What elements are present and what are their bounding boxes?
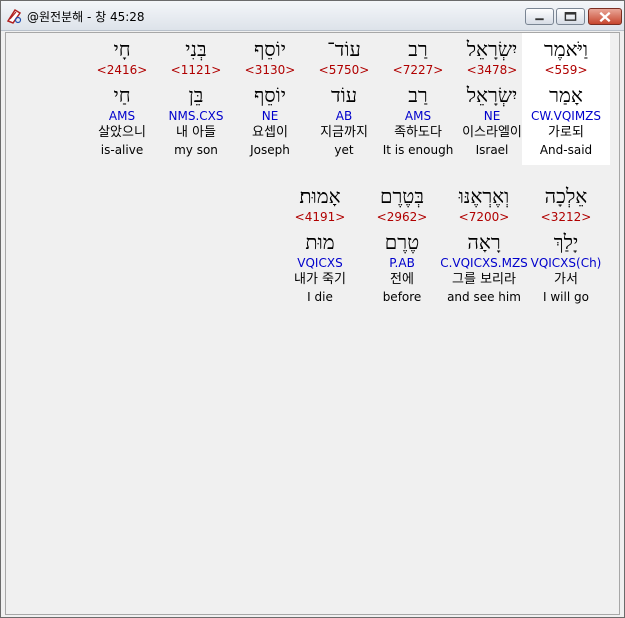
lemma: טֶרֶם (384, 230, 420, 254)
hebrew-word: חָי (113, 37, 131, 61)
title-bar[interactable]: @원전분해 - 창 45:28 (1, 1, 624, 31)
lemma: רָאָה (467, 230, 501, 254)
morphology-code: VQICXS(Ch) (530, 256, 602, 270)
interlinear-panel[interactable]: וַיֹּאמֶר <559> אָמַר CW.VQIMZS 가로되 And-said י… (5, 32, 620, 615)
maximize-icon (564, 12, 577, 21)
morphology-code: VQICXS (297, 256, 343, 270)
close-button[interactable] (588, 8, 622, 25)
morphology-code: C.VQICXS.MZS (440, 256, 528, 270)
english-gloss: I die (307, 290, 333, 304)
strong-number: <2416> (96, 63, 148, 77)
minimize-icon (535, 18, 544, 21)
hebrew-word: אָמוּת׃ (299, 184, 341, 208)
close-icon (599, 11, 611, 23)
english-gloss: is-alive (100, 143, 144, 157)
korean-gloss: 가서 (554, 272, 578, 287)
morphology-code: P.AB (389, 256, 415, 270)
morphology-code: AMS (108, 109, 136, 123)
korean-gloss: 내가 죽기 (294, 272, 346, 287)
minimize-button[interactable] (525, 8, 554, 25)
hebrew-word: בְּטֶרֶם (379, 184, 425, 208)
english-gloss: and see him (447, 290, 521, 304)
lemma: יָלַךְ (553, 230, 579, 254)
strong-number: <4191> (294, 210, 346, 224)
english-gloss: before (382, 290, 422, 304)
korean-gloss: 살았으니 (98, 125, 146, 140)
lemma: חַי (113, 83, 131, 107)
app-window: @원전분해 - 창 45:28 וַיֹּאמֶר <559> אָמַר CW.VQ… (0, 0, 625, 618)
strong-number: <3212> (540, 210, 592, 224)
word-column[interactable]: אָמוּת׃ <4191> מוּת VQICXS 내가 죽기 I die (276, 180, 364, 312)
hebrew-word: אֵלְכָה (544, 184, 588, 208)
korean-gloss: 그를 보리라 (452, 272, 516, 287)
strong-number: <2962> (376, 210, 428, 224)
word-column[interactable]: וְאֶרְאֶנּוּ <7200> רָאָה C.VQICXS.MZS 그를 보리… (440, 180, 528, 312)
korean-gloss: 전에 (390, 272, 414, 287)
word-column[interactable]: אֵלְכָה <3212> יָלַךְ VQICXS(Ch) 가서 I will go (522, 180, 610, 312)
word-column[interactable]: בְּטֶרֶם <2962> טֶרֶם P.AB 전에 before (358, 180, 446, 312)
english-gloss: I will go (543, 290, 589, 304)
strong-number: <7200> (458, 210, 510, 224)
hebrew-word: וְאֶרְאֶנּוּ (458, 184, 510, 208)
word-column[interactable]: חָי <2416> חַי AMS 살았으니 is-alive (78, 33, 166, 165)
app-icon (6, 8, 22, 24)
maximize-button[interactable] (556, 8, 585, 25)
lemma: מוּת (305, 230, 335, 254)
window-title: @원전분해 - 창 45:28 (27, 10, 145, 24)
